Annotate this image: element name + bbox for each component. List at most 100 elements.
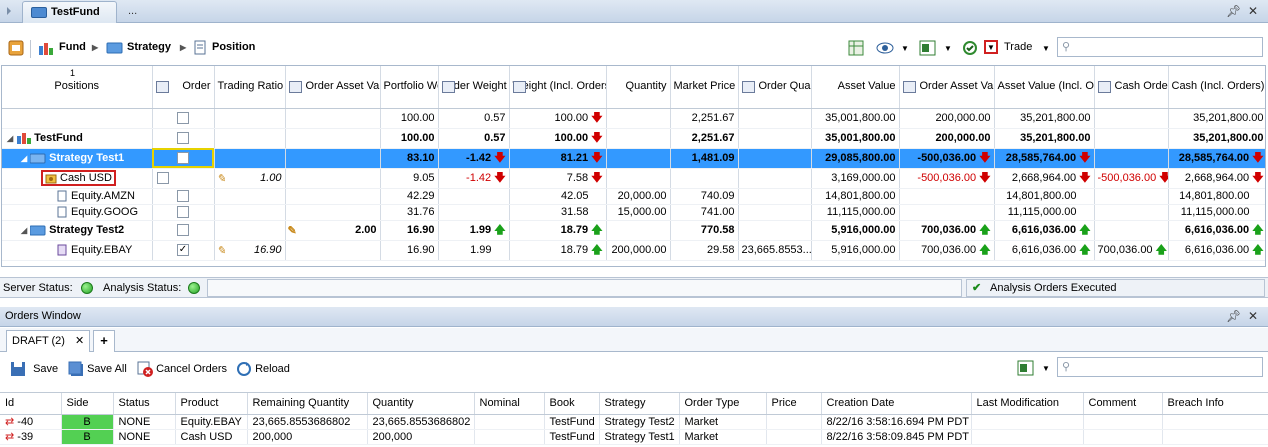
col-header-nominal[interactable]: Nominal — [474, 393, 545, 415]
col-header-product[interactable]: Product — [175, 393, 248, 415]
tab-close-icon[interactable]: ✕ — [75, 334, 84, 347]
col-header-creation-date[interactable]: Creation Date — [821, 393, 972, 415]
table-row[interactable]: ◢ Strategy Test2 ✎ 2.00 16.90 1.99 🡅 18.79… — [2, 220, 1265, 241]
save-button[interactable]: Save — [10, 361, 58, 377]
col-header-order[interactable]: Order — [152, 66, 215, 109]
dropdown-arrow-icon[interactable]: ▼ — [1042, 44, 1050, 53]
col-header-side[interactable]: Side — [61, 393, 114, 415]
collapse-arrow-icon[interactable] — [7, 7, 11, 15]
trade-dropdown-icon[interactable]: ▼ — [984, 40, 998, 54]
order-checkbox[interactable] — [177, 190, 189, 203]
tree-node-equity-goog[interactable]: Equity.GOOG — [2, 204, 153, 221]
table-row[interactable]: ◢ Strategy Test1 83.10 -1.42 🡇 81.21 🡇 1,… — [2, 148, 1265, 169]
tree-node-strategy-test2[interactable]: ◢ Strategy Test2 — [2, 220, 153, 241]
dropdown-arrow-icon[interactable]: ▼ — [1042, 364, 1050, 373]
tree-node-cash-usd[interactable]: Cash USD — [2, 168, 153, 189]
cash-incl-cell: 2,668,964.00 🡇 — [1168, 168, 1265, 189]
order-checkbox[interactable] — [177, 206, 189, 219]
tree-node-equity-amzn[interactable]: Equity.AMZN — [2, 188, 153, 205]
order-checkbox[interactable] — [177, 112, 189, 125]
window-tab[interactable]: TestFund — [22, 1, 117, 23]
col-header-book[interactable]: Book — [544, 393, 600, 415]
orders-search-input[interactable]: ⚲ — [1057, 357, 1263, 377]
pencil-icon[interactable]: ✎ — [288, 224, 297, 237]
trading-ratio-cell[interactable]: ✎ 16.90 — [214, 240, 286, 261]
add-tab-button[interactable]: + — [93, 330, 115, 352]
col-header-comment[interactable]: Comment — [1083, 393, 1163, 415]
excel-export-icon[interactable] — [1017, 360, 1035, 376]
order-checkbox[interactable] — [177, 224, 189, 237]
order-checkbox[interactable] — [177, 132, 189, 145]
table-chart-icon[interactable] — [848, 40, 864, 56]
close-icon[interactable]: ✕ — [1248, 309, 1258, 323]
dropdown-arrow-icon[interactable]: ▼ — [944, 44, 952, 53]
order-checkbox[interactable] — [156, 172, 169, 185]
breadcrumb-strategy[interactable]: Strategy — [127, 41, 171, 53]
breadcrumb-position[interactable]: Position — [212, 41, 255, 53]
order-checkbox[interactable] — [177, 152, 189, 165]
save-all-button[interactable]: Save All — [68, 361, 127, 377]
tree-node-equity-ebay[interactable]: Equity.EBAY — [2, 240, 153, 261]
weight-cell: 18.79 🡅 — [509, 240, 607, 261]
col-header-asset-value[interactable]: Asset Value — [811, 66, 900, 109]
close-icon[interactable]: ✕ — [1248, 4, 1258, 18]
col-header-order-asset-value[interactable]: Order Asset Value — [899, 66, 995, 109]
col-header-price[interactable]: Price — [766, 393, 822, 415]
order-checkbox-checked[interactable]: ✓ — [177, 244, 189, 257]
cancel-orders-button[interactable]: Cancel Orders — [137, 361, 227, 377]
col-header-cash-incl-orders[interactable]: Cash (Incl. Orders) — [1168, 66, 1265, 109]
table-row[interactable]: Equity.EBAY ✓ ✎ 16.90 16.90 1.99 18.79 🡅 … — [2, 240, 1265, 261]
breadcrumb-fund[interactable]: Fund — [59, 41, 86, 53]
table-row[interactable]: ⇄ -40 B NONE Equity.EBAY 23,665.85536868… — [0, 414, 1268, 430]
col-header-id[interactable]: Id — [0, 393, 62, 415]
col-header-trading-ratio[interactable]: Trading Ratio — [214, 66, 286, 109]
pin-icon[interactable]: 📌︎ — [1226, 4, 1241, 18]
order-asset-value-pct-cell[interactable]: ✎ 2.00 — [285, 220, 381, 241]
col-header-remaining-quantity[interactable]: Remaining Quantity — [247, 393, 368, 415]
col-header-status[interactable]: Status — [113, 393, 176, 415]
col-header-quantity[interactable]: Quantity — [367, 393, 475, 415]
col-header-order-asset-value-pct[interactable]: Order Asset Value in % — [285, 66, 381, 109]
table-row[interactable]: ⇄ -39 B NONE Cash USD 200,000 200,000 Te… — [0, 429, 1268, 445]
tree-expand-icon[interactable]: ◢ — [21, 154, 27, 163]
col-header-order-weight[interactable]: Order Weight — [438, 66, 510, 109]
col-header-portfolio-weights[interactable]: Portfolio Weights — [380, 66, 439, 109]
col-header-market-price[interactable]: Market Price — [670, 66, 739, 109]
col-header-breach-info[interactable]: Breach Info — [1162, 393, 1268, 415]
table-row[interactable]: Cash USD ✎ 1.00 9.05 -1.42 🡇 7.58 🡇 3,169… — [2, 168, 1265, 189]
table-row[interactable]: ◢ TestFund 100.00 0.57 100.00 🡇 2,251.67 … — [2, 128, 1265, 149]
tree-node-strategy-test1[interactable]: ◢ Strategy Test1 — [2, 148, 153, 169]
col-header-strategy[interactable]: Strategy — [599, 393, 680, 415]
col-header-weight-incl-orders[interactable]: Weight (Incl. Orders) — [509, 66, 607, 109]
col-header-asset-value-incl-orders[interactable]: Asset Value (Incl. Orders) — [994, 66, 1095, 109]
trade-button[interactable]: Trade — [1004, 41, 1032, 53]
table-row[interactable]: 100.00 0.57 100.00 🡇 2,251.67 35,001,800… — [2, 108, 1265, 129]
excel-export-icon[interactable] — [919, 40, 937, 56]
status-message-box: ✔ Analysis Orders Executed — [966, 279, 1265, 297]
more-label[interactable]: ... — [128, 5, 137, 17]
table-row[interactable]: Equity.AMZN 42.29 42.05 20,000.00 740.09… — [2, 188, 1265, 205]
arrow-up-icon: 🡅 — [1079, 243, 1091, 256]
col-header-order-quantity[interactable]: Order Quantity — [738, 66, 812, 109]
home-icon[interactable] — [8, 40, 24, 56]
col-header-cash-order[interactable]: Cash Order — [1094, 66, 1169, 109]
pin-icon[interactable]: 📌︎ — [1226, 309, 1241, 323]
pencil-icon[interactable]: ✎ — [217, 244, 226, 257]
eye-icon[interactable] — [876, 41, 894, 55]
tree-expand-icon[interactable]: ◢ — [7, 134, 13, 143]
tree-expand-icon[interactable]: ◢ — [21, 226, 27, 235]
search-input[interactable]: ⚲ — [1057, 37, 1263, 57]
tab-draft[interactable]: DRAFT (2) ✕ — [6, 330, 90, 352]
col-header-order-type[interactable]: Order Type — [679, 393, 767, 415]
dropdown-arrow-icon[interactable]: ▼ — [901, 44, 909, 53]
col-header-quantity[interactable]: Quantity — [606, 66, 671, 109]
refresh-check-icon[interactable] — [961, 40, 979, 56]
table-row[interactable]: Equity.GOOG 31.76 31.58 15,000.00 741.00… — [2, 204, 1265, 221]
search-icon: ⚲ — [1062, 361, 1071, 373]
trading-ratio-cell[interactable]: ✎ 1.00 — [214, 168, 286, 189]
pencil-icon[interactable]: ✎ — [217, 172, 226, 185]
tree-node-testfund[interactable]: ◢ TestFund — [2, 128, 153, 149]
reload-button[interactable]: Reload — [236, 361, 290, 377]
col-header-last-modification[interactable]: Last Modification — [971, 393, 1084, 415]
col-header-positions[interactable]: 1 Positions — [2, 66, 153, 109]
